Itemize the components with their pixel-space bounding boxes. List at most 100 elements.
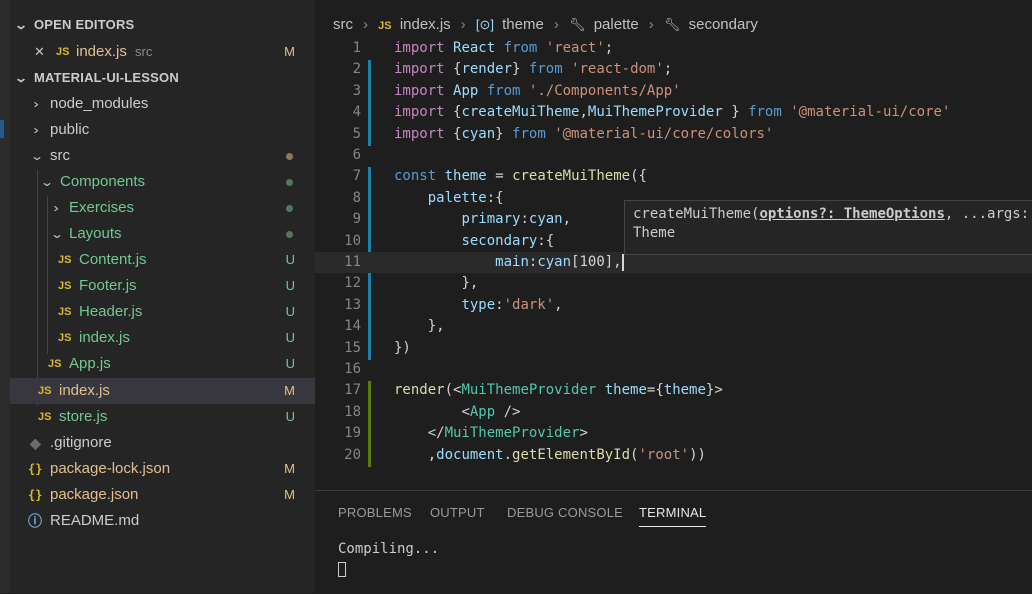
tree-item-store-js[interactable]: JS store.js U <box>10 404 315 430</box>
breadcrumb-item[interactable]: index.js <box>400 16 451 33</box>
tree-item-package-lock-json[interactable]: {} package-lock.json M <box>10 456 315 482</box>
open-editors-title: OPEN EDITORS <box>34 17 135 32</box>
code-line[interactable]: 16 <box>315 359 1032 380</box>
git-status-badge: M <box>284 487 295 502</box>
open-editor-item[interactable]: ✕ JS index.js src M <box>10 39 315 65</box>
tree-item-package-json[interactable]: {} package.json M <box>10 482 315 508</box>
code-text: type:'dark', <box>461 296 563 313</box>
tree-item-label: Footer.js <box>79 277 137 294</box>
tree-item-label: .gitignore <box>50 434 112 451</box>
code-line[interactable]: 2 import {render} from 'react-dom'; <box>315 59 1032 80</box>
line-number: 10 <box>344 232 361 249</box>
javascript-file-icon: JS <box>56 46 70 58</box>
code-text: import {cyan} from '@material-ui/core/co… <box>394 125 774 142</box>
line-number: 11 <box>344 254 361 270</box>
code-line[interactable]: 13 type:'dark', <box>315 295 1032 316</box>
tree-item-label: Header.js <box>79 303 143 320</box>
git-status-badge: U <box>285 278 295 293</box>
line-number: 18 <box>344 403 361 420</box>
chevron-down-icon: ⌄ <box>39 175 55 189</box>
breadcrumb-item[interactable]: secondary <box>689 16 758 33</box>
chevron-down-icon: ⌄ <box>13 71 29 85</box>
close-icon[interactable]: ✕ <box>34 39 45 65</box>
tab-debug-console[interactable]: DEBUG CONSOLE <box>507 505 623 520</box>
tree-item-content-js[interactable]: JS Content.js U <box>10 247 315 273</box>
untracked-dot <box>286 231 293 238</box>
breadcrumb-item[interactable]: palette <box>594 16 639 33</box>
code-text: secondary:{ <box>461 232 555 249</box>
javascript-file-icon: JS <box>38 411 52 423</box>
code-text: }, <box>427 318 445 335</box>
tab-terminal[interactable]: TERMINAL <box>639 505 707 527</box>
line-number: 17 <box>344 382 361 399</box>
code-text: </MuiThemeProvider> <box>427 425 588 442</box>
open-editor-folder: src <box>135 44 153 59</box>
code-line[interactable]: 11 main:cyan[100], <box>315 252 1032 274</box>
activity-bar <box>0 0 10 593</box>
javascript-file-icon: JS <box>58 306 72 318</box>
tree-item-label: package-lock.json <box>50 460 171 477</box>
code-line[interactable]: 15}) <box>315 338 1032 359</box>
code-text: }) <box>394 339 411 356</box>
terminal-cursor <box>338 561 346 577</box>
tree-item-components[interactable]: ⌄ Components <box>10 169 315 195</box>
git-status-badge: U <box>285 330 295 345</box>
code-line[interactable]: 6 <box>315 145 1032 166</box>
tooltip-parameter: options?: ThemeOptions <box>759 206 945 222</box>
tree-item-label: App.js <box>69 355 111 372</box>
line-number: 14 <box>344 318 361 335</box>
git-status-badge: M <box>284 461 295 476</box>
open-editors-header[interactable]: ⌄ OPEN EDITORS <box>10 12 315 38</box>
tree-item-label: node_modules <box>50 95 149 112</box>
untracked-dot <box>286 205 293 212</box>
javascript-file-icon: JS <box>38 385 52 397</box>
tree-item-layouts-index-js[interactable]: JS index.js U <box>10 325 315 351</box>
line-number: 5 <box>352 125 361 142</box>
breadcrumb-item[interactable]: theme <box>502 16 544 33</box>
code-line[interactable]: 5 import {cyan} from '@material-ui/core/c… <box>315 124 1032 145</box>
untracked-dot <box>286 179 293 186</box>
signature-tooltip: createMuiTheme(options?: ThemeOptions, .… <box>624 200 1032 255</box>
code-line[interactable]: 3 import App from './Components/App' <box>315 81 1032 102</box>
tree-item-src[interactable]: ⌄ src <box>10 143 315 169</box>
tree-item-app-js[interactable]: JS App.js U <box>10 351 315 377</box>
tree-item-label: index.js <box>79 329 130 346</box>
code-text: render(<MuiThemeProvider theme={theme}> <box>394 382 723 399</box>
chevron-down-icon: ⌄ <box>13 18 29 32</box>
tree-item-index-js[interactable]: JS index.js M <box>10 378 315 404</box>
chevron-right-icon: › <box>363 16 368 33</box>
open-editor-name: index.js <box>76 43 127 60</box>
tree-item-gitignore[interactable]: ◆ .gitignore <box>10 430 315 456</box>
tab-problems[interactable]: PROBLEMS <box>338 505 412 520</box>
code-line[interactable]: 7 const theme = createMuiTheme({ <box>315 166 1032 187</box>
code-line[interactable]: 19 </MuiThemeProvider> <box>315 423 1032 444</box>
explorer-sidebar: ⌄ OPEN EDITORS ✕ JS index.js src M ⌄ MAT… <box>10 0 315 593</box>
git-status-badge: U <box>285 356 295 371</box>
tree-item-layouts[interactable]: ⌄ Layouts <box>10 221 315 247</box>
javascript-file-icon: JS <box>58 280 72 292</box>
code-line[interactable]: 14 }, <box>315 316 1032 337</box>
tree-item-node-modules[interactable]: › node_modules <box>10 91 315 117</box>
code-line[interactable]: 17 render(<MuiThemeProvider theme={theme}… <box>315 380 1032 401</box>
code-line[interactable]: 20 ,document.getElementById('root')) <box>315 445 1032 466</box>
tree-item-header-js[interactable]: JS Header.js U <box>10 299 315 325</box>
tree-item-public[interactable]: › public <box>10 117 315 143</box>
tree-item-readme[interactable]: ⓘ README.md <box>10 508 315 534</box>
terminal[interactable]: Compiling... <box>338 539 439 579</box>
line-number: 7 <box>352 168 361 185</box>
code-line[interactable]: 4 import {createMuiTheme,MuiThemeProvider… <box>315 102 1032 123</box>
code-text: <App /> <box>461 403 521 420</box>
project-header[interactable]: ⌄ MATERIAL-UI-LESSON <box>10 65 315 91</box>
code-text: main:cyan[100], <box>495 253 624 271</box>
tree-item-footer-js[interactable]: JS Footer.js U <box>10 273 315 299</box>
code-line[interactable]: 12 }, <box>315 273 1032 294</box>
code-editor[interactable]: src › JS index.js › [⊙] theme › 🔧︎ palette ›… <box>315 0 1032 490</box>
breadcrumb-item[interactable]: src <box>333 16 353 33</box>
tree-item-exercises[interactable]: › Exercises <box>10 195 315 221</box>
code-text: import React from 'react'; <box>394 40 614 56</box>
line-number: 12 <box>344 275 361 292</box>
code-line[interactable]: 18 <App /> <box>315 402 1032 423</box>
code-line[interactable]: 1 import React from 'react'; <box>315 38 1032 59</box>
chevron-right-icon: › <box>53 201 59 215</box>
tab-output[interactable]: OUTPUT <box>430 505 485 520</box>
